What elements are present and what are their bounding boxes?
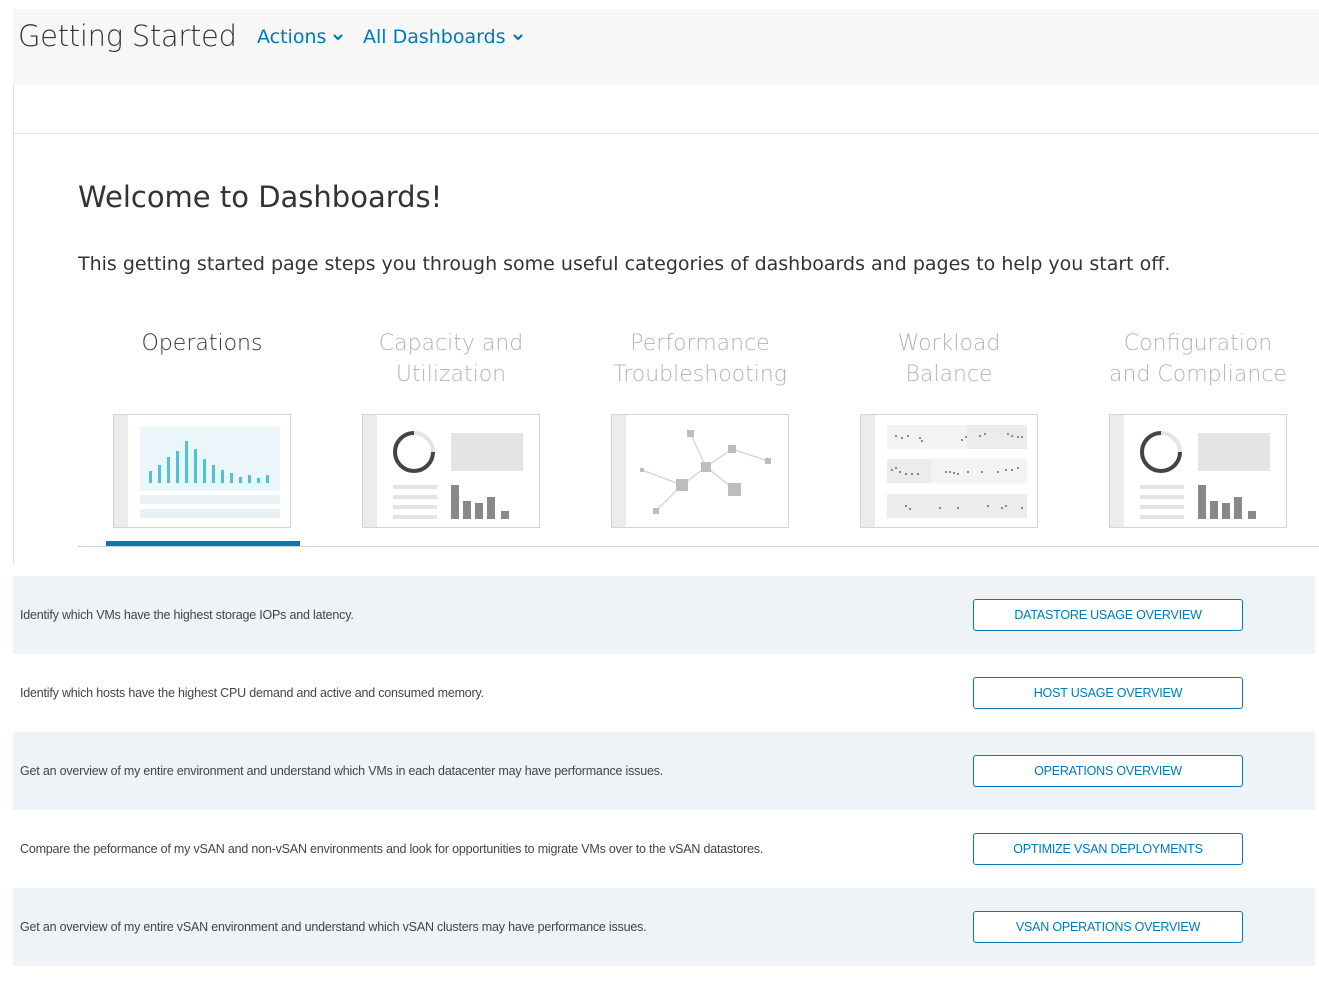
operations-thumbnail (113, 414, 291, 528)
capacity-illustration (393, 431, 523, 519)
row-description: Get an overview of my entire vSAN enviro… (20, 920, 647, 934)
tab-capacity-utilization[interactable]: Capacity and Utilization (336, 328, 566, 528)
actions-menu[interactable]: Actions (257, 26, 344, 48)
list-item: Get an overview of my entire environment… (13, 732, 1315, 810)
list-item: Identify which VMs have the highest stor… (13, 576, 1315, 654)
page-header: Getting Started Actions All Dashboards (13, 9, 1319, 85)
performance-thumbnail (611, 414, 789, 528)
workload-thumbnail (860, 414, 1038, 528)
welcome-title: Welcome to Dashboards! (78, 180, 443, 214)
vsan-operations-overview-button[interactable]: VSAN OPERATIONS OVERVIEW (973, 911, 1243, 943)
tab-workload-balance[interactable]: Workload Balance (834, 328, 1064, 528)
chevron-down-icon (512, 34, 523, 41)
actions-menu-label: Actions (257, 26, 327, 48)
capacity-thumbnail (362, 414, 540, 528)
network-graph-illustration (640, 430, 771, 514)
list-item: Compare the peformance of my vSAN and no… (13, 810, 1315, 888)
active-tab-indicator (106, 541, 300, 546)
tab-configuration-compliance[interactable]: Configuration and Compliance (1083, 328, 1313, 528)
divider (14, 133, 1319, 134)
dashboard-list: Identify which VMs have the highest stor… (13, 576, 1315, 966)
all-dashboards-menu[interactable]: All Dashboards (363, 26, 524, 48)
tab-label: Operations (141, 331, 263, 356)
operations-overview-button[interactable]: OPERATIONS OVERVIEW (973, 755, 1243, 787)
host-usage-overview-button[interactable]: HOST USAGE OVERVIEW (973, 677, 1243, 709)
tab-label: Capacity and Utilization (378, 331, 524, 387)
row-description: Identify which VMs have the highest stor… (20, 608, 354, 622)
optimize-vsan-deployments-button[interactable]: OPTIMIZE VSAN DEPLOYMENTS (973, 833, 1243, 865)
row-description: Identify which hosts have the highest CP… (20, 686, 484, 700)
tab-operations[interactable]: Operations (87, 328, 317, 528)
tab-performance-troubleshooting[interactable]: Performance Troubleshooting (585, 328, 815, 528)
all-dashboards-menu-label: All Dashboards (363, 26, 506, 48)
tab-label: Performance Troubleshooting (613, 331, 787, 387)
tab-label: Configuration and Compliance (1109, 331, 1287, 387)
row-description: Get an overview of my entire environment… (20, 764, 664, 778)
heatmap-illustration (887, 425, 1027, 518)
tabs-underline (78, 546, 1319, 547)
configuration-thumbnail (1109, 414, 1287, 528)
welcome-text: This getting started page steps you thro… (78, 253, 1171, 275)
datastore-usage-overview-button[interactable]: DATASTORE USAGE OVERVIEW (973, 599, 1243, 631)
chevron-down-icon (333, 34, 344, 41)
compliance-illustration (1140, 431, 1270, 519)
tab-label: Workload Balance (897, 331, 1001, 387)
list-item: Get an overview of my entire vSAN enviro… (13, 888, 1315, 966)
page-title: Getting Started (18, 19, 237, 53)
bar-chart-illustration (140, 427, 280, 518)
row-description: Compare the peformance of my vSAN and no… (20, 842, 764, 856)
list-item: Identify which hosts have the highest CP… (13, 654, 1315, 732)
